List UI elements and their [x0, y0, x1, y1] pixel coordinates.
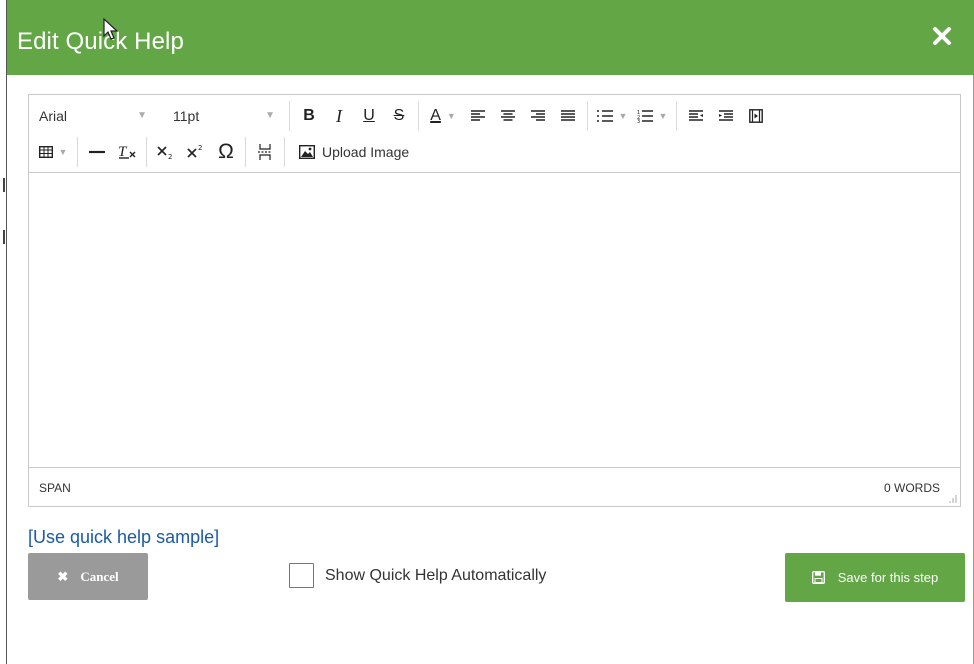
- align-left-icon[interactable]: [463, 101, 493, 131]
- horizontal-rule-icon[interactable]: [82, 137, 112, 167]
- text-color-glyph: A: [430, 107, 441, 124]
- subscript-icon[interactable]: 2: [151, 137, 181, 167]
- mouse-pointer-icon: [102, 17, 122, 42]
- edge-mark: [3, 178, 5, 192]
- font-family-value: Arial: [39, 108, 68, 124]
- dialog-header: Edit Quick Help: [7, 0, 974, 75]
- page-break-icon[interactable]: [250, 137, 280, 167]
- cancel-button[interactable]: ✖ Cancel: [28, 553, 148, 600]
- save-for-this-step-button[interactable]: Save for this step: [785, 553, 965, 602]
- toolbar-separator: [146, 137, 147, 167]
- resize-handle-icon[interactable]: [947, 493, 957, 503]
- image-icon: [299, 145, 315, 159]
- chevron-down-icon: ▼: [137, 110, 147, 121]
- dialog-title: Edit Quick Help: [17, 28, 184, 55]
- toolbar-separator: [676, 101, 677, 131]
- show-quick-help-checkbox[interactable]: [289, 563, 314, 588]
- upload-image-button[interactable]: Upload Image: [299, 144, 409, 160]
- italic-icon[interactable]: I: [324, 101, 354, 131]
- media-icon[interactable]: [741, 101, 771, 131]
- toolbar-separator: [587, 101, 588, 131]
- toolbar-separator: [284, 137, 285, 167]
- font-family-select[interactable]: Arial ▼: [29, 101, 157, 131]
- underline-icon[interactable]: U: [354, 101, 384, 131]
- save-label: Save for this step: [837, 570, 939, 585]
- editor-content-area[interactable]: [29, 174, 960, 467]
- superscript-icon[interactable]: 2: [181, 137, 211, 167]
- rich-text-editor: Arial ▼ 11pt ▼ B I U S A ▼ ▼ 1 2 3 ▼ ▼ T…: [28, 94, 961, 507]
- edge-mark: [3, 230, 5, 244]
- font-size-value: 11pt: [173, 108, 200, 124]
- show-quick-help-checkbox-row[interactable]: Show Quick Help Automatically: [289, 563, 546, 588]
- numbered-list-icon[interactable]: 123 ▼: [632, 101, 672, 131]
- svg-text:2: 2: [168, 153, 172, 160]
- align-justify-icon[interactable]: [553, 101, 583, 131]
- chevron-down-icon: ▼: [446, 111, 456, 121]
- chevron-down-icon: ▼: [58, 147, 68, 157]
- cancel-label: Cancel: [80, 568, 119, 584]
- svg-text:2: 2: [198, 144, 202, 152]
- bold-icon[interactable]: B: [294, 101, 324, 131]
- table-icon[interactable]: ▼: [33, 137, 73, 167]
- toolbar-row-2: ▼ T 2 2 Ω Upload Image: [29, 133, 409, 171]
- close-icon: ✖: [57, 568, 69, 584]
- outdent-icon[interactable]: [681, 101, 711, 131]
- toolbar-separator: [245, 137, 246, 167]
- special-character-icon[interactable]: Ω: [211, 137, 241, 167]
- clear-formatting-icon[interactable]: T: [112, 137, 142, 167]
- chevron-down-icon: ▼: [618, 111, 628, 121]
- align-center-icon[interactable]: [493, 101, 523, 131]
- indent-icon[interactable]: [711, 101, 741, 131]
- toolbar-row-1: Arial ▼ 11pt ▼ B I U S A ▼ ▼ 1 2 3 ▼: [29, 97, 771, 135]
- chevron-down-icon: ▼: [658, 111, 668, 121]
- strikethrough-icon[interactable]: S: [384, 101, 414, 131]
- word-count: 0 WORDS: [883, 481, 940, 495]
- edit-quick-help-dialog: Edit Quick Help Arial ▼ 11pt ▼ B I U S A…: [6, 0, 974, 664]
- floppy-disk-icon: [811, 571, 825, 584]
- element-path[interactable]: SPAN: [39, 481, 71, 495]
- editor-toolbar: Arial ▼ 11pt ▼ B I U S A ▼ ▼ 1 2 3 ▼ ▼ T…: [29, 95, 960, 173]
- close-icon[interactable]: [930, 24, 954, 48]
- toolbar-separator: [418, 101, 419, 131]
- toolbar-separator: [77, 137, 78, 167]
- toolbar-separator: [289, 101, 290, 131]
- checkbox-label: Show Quick Help Automatically: [325, 566, 547, 584]
- use-quick-help-sample-link[interactable]: [Use quick help sample]: [28, 527, 219, 548]
- upload-image-label: Upload Image: [322, 144, 410, 160]
- text-color-icon[interactable]: A ▼: [423, 101, 463, 131]
- chevron-down-icon: ▼: [265, 110, 275, 121]
- bullet-list-icon[interactable]: ▼: [592, 101, 632, 131]
- svg-text:3: 3: [637, 119, 640, 123]
- align-right-icon[interactable]: [523, 101, 553, 131]
- editor-statusbar: SPAN 0 WORDS: [29, 467, 960, 506]
- font-size-select[interactable]: 11pt ▼: [157, 101, 285, 131]
